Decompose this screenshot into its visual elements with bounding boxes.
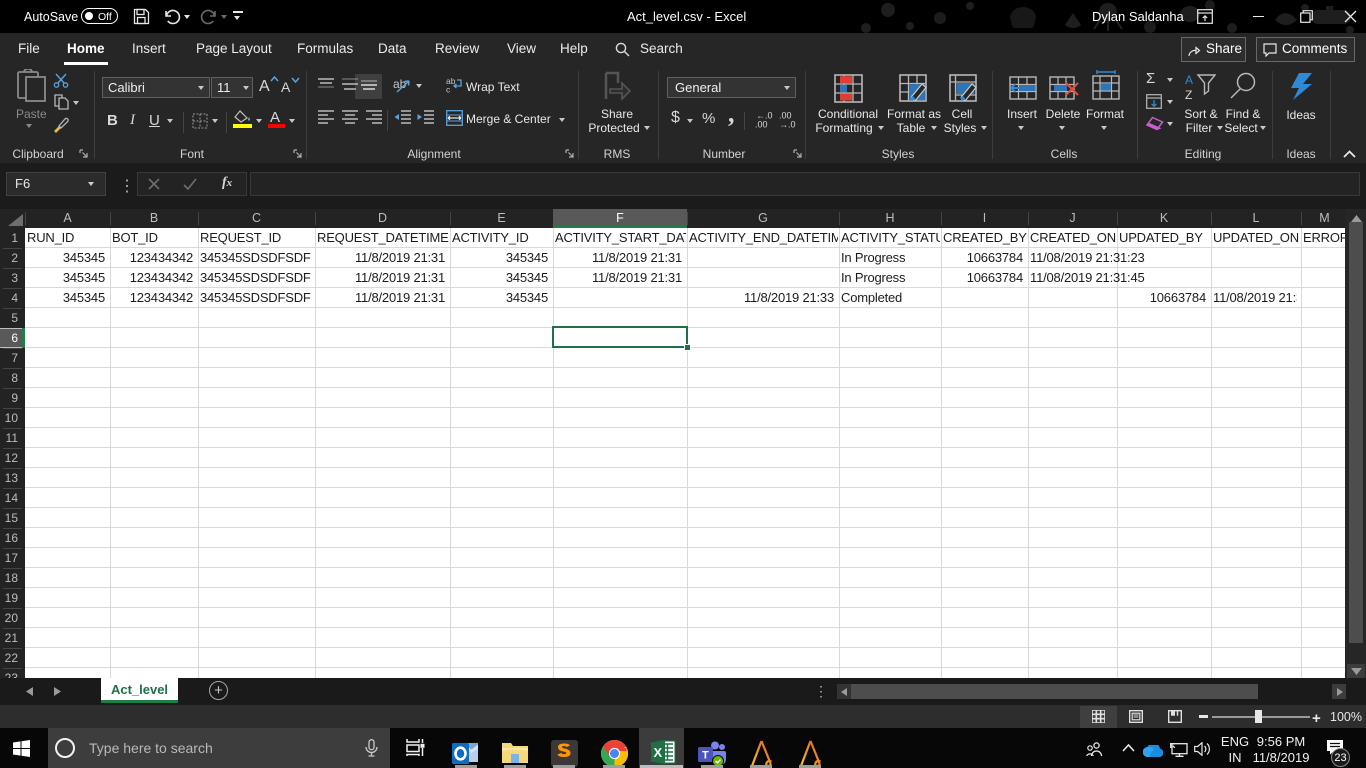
svg-text:.00: .00 <box>755 120 768 129</box>
svg-text:T: T <box>702 750 709 762</box>
svg-text:X: X <box>654 745 663 760</box>
svg-text:→.0: →.0 <box>779 120 796 129</box>
svg-text:A: A <box>1185 73 1193 87</box>
svg-text:Z: Z <box>1185 88 1192 100</box>
